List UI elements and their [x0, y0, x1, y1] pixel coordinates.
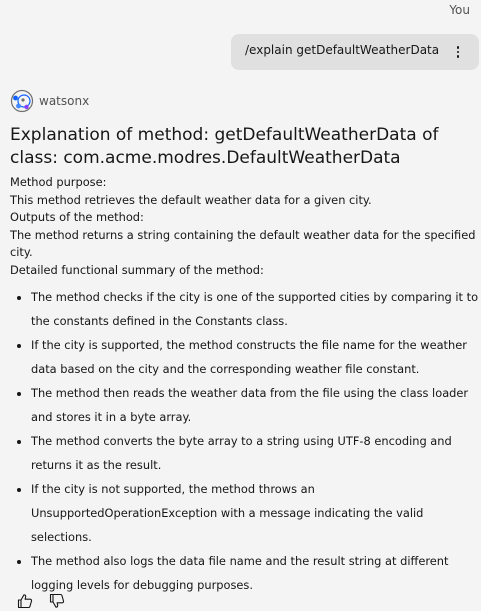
list-item: If the city is not supported, the method…	[31, 477, 479, 549]
purpose-text: This method retrieves the default weathe…	[10, 192, 372, 207]
list-item: If the city is supported, the method con…	[31, 333, 479, 381]
bot-answer: Explanation of method: getDefaultWeather…	[10, 124, 479, 597]
bot-name-label: watsonx	[39, 94, 90, 108]
bot-header: watsonx	[10, 89, 89, 113]
list-item: The method then reads the weather data f…	[31, 381, 479, 429]
watsonx-logo-icon	[10, 89, 34, 113]
feedback-bar	[17, 593, 65, 609]
chat-panel: You /explain getDefaultWeatherData watso…	[0, 0, 481, 611]
purpose-label: Method purpose:	[10, 175, 107, 189]
outputs-label: Outputs of the method:	[10, 210, 144, 224]
list-item: The method checks if the city is one of …	[31, 285, 479, 333]
list-item: The method converts the byte array to a …	[31, 429, 479, 477]
outputs-text: The method returns a string containing t…	[10, 227, 476, 260]
summary-label: Detailed functional summary of the metho…	[10, 262, 264, 277]
user-name-label: You	[449, 3, 470, 17]
user-message-bubble: /explain getDefaultWeatherData	[231, 34, 479, 70]
summary-list: The method checks if the city is one of …	[10, 285, 479, 597]
list-item: The method also logs the data file name …	[31, 549, 479, 597]
answer-title: Explanation of method: getDefaultWeather…	[10, 125, 439, 168]
overflow-menu-vertical-icon[interactable]	[451, 45, 465, 59]
user-message-text: /explain getDefaultWeatherData	[245, 43, 440, 57]
thumbs-down-icon[interactable]	[49, 593, 65, 609]
thumbs-up-icon[interactable]	[17, 593, 33, 609]
